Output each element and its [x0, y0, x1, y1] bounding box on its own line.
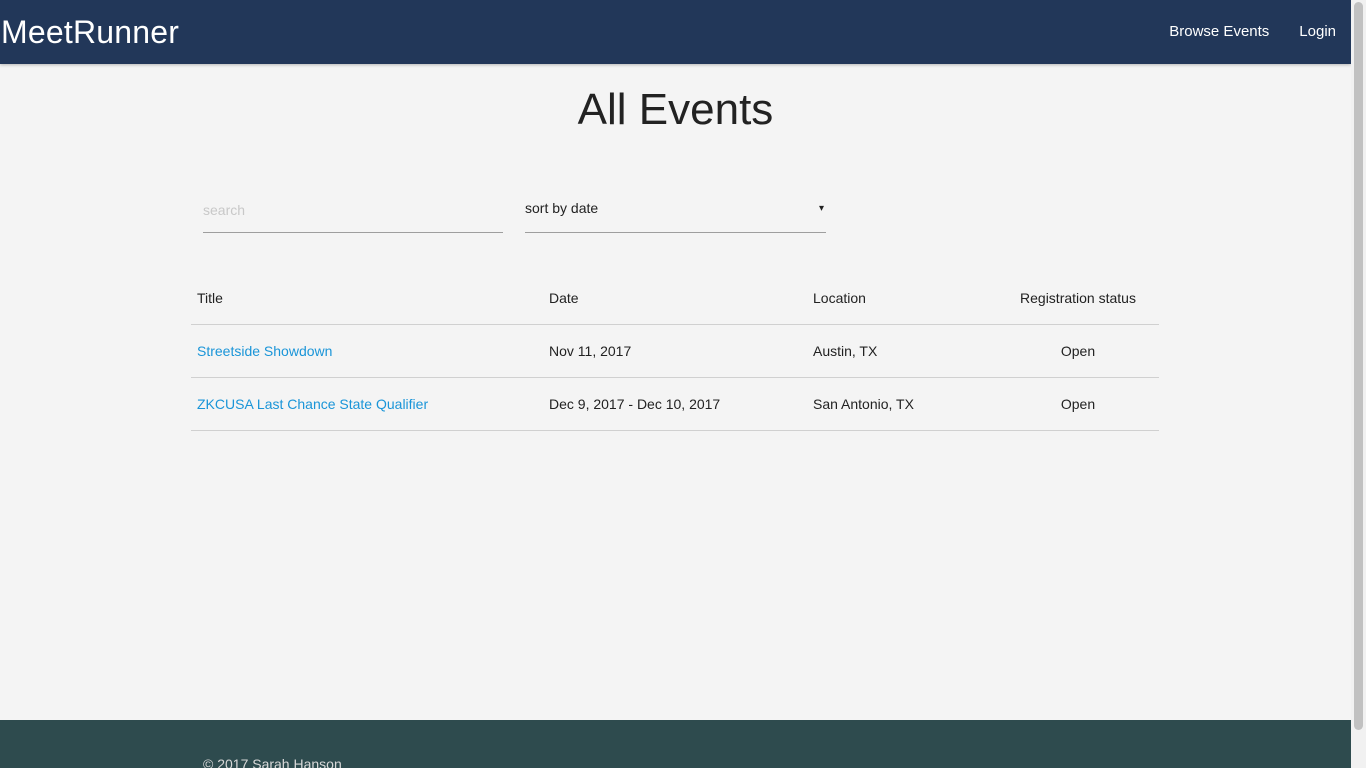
scrollbar-thumb[interactable] [1354, 2, 1363, 730]
sort-select-value: sort by date [525, 200, 599, 216]
table-body: Streetside Showdown Nov 11, 2017 Austin,… [191, 324, 1159, 431]
footer-copyright: © 2017 Sarah Hanson [203, 756, 342, 768]
events-table: Title Date Location Registration status … [191, 272, 1159, 431]
event-date-cell: Nov 11, 2017 [543, 324, 807, 378]
table-header: Title Date Location Registration status [191, 272, 1159, 325]
search-input[interactable] [203, 190, 503, 230]
event-title-cell: Streetside Showdown [191, 324, 543, 378]
footer: © 2017 Sarah Hanson [0, 720, 1351, 768]
table-row: ZKCUSA Last Chance State Qualifier Dec 9… [191, 377, 1159, 431]
event-location-cell: Austin, TX [807, 324, 997, 378]
table-row: Streetside Showdown Nov 11, 2017 Austin,… [191, 324, 1159, 378]
brand-logo-link[interactable]: MeetRunner [1, 10, 179, 54]
nav-login-link[interactable]: Login [1284, 0, 1351, 64]
event-title-link[interactable]: ZKCUSA Last Chance State Qualifier [197, 396, 428, 412]
vertical-scrollbar[interactable] [1351, 0, 1366, 768]
event-status-cell: Open [997, 324, 1159, 378]
sort-select[interactable]: sort by date ▾ [525, 190, 826, 233]
column-header-location: Location [807, 272, 997, 325]
nav-browse-events-link[interactable]: Browse Events [1154, 0, 1284, 64]
event-date-cell: Dec 9, 2017 - Dec 10, 2017 [543, 377, 807, 431]
nav-links: Browse Events Login [1154, 0, 1351, 64]
column-header-title: Title [191, 272, 543, 325]
column-header-registration-status: Registration status [997, 272, 1159, 325]
page: MeetRunner Browse Events Login All Event… [0, 0, 1351, 768]
event-location-cell: San Antonio, TX [807, 377, 997, 431]
browser-viewport: MeetRunner Browse Events Login All Event… [0, 0, 1366, 768]
column-header-date: Date [543, 272, 807, 325]
event-status-cell: Open [997, 377, 1159, 431]
table-header-row: Title Date Location Registration status [191, 272, 1159, 325]
caret-down-icon: ▾ [818, 203, 824, 214]
search-field [203, 190, 503, 233]
event-title-link[interactable]: Streetside Showdown [197, 343, 332, 359]
top-navbar: MeetRunner Browse Events Login [0, 0, 1351, 64]
event-title-cell: ZKCUSA Last Chance State Qualifier [191, 377, 543, 431]
page-title: All Events [577, 85, 774, 134]
